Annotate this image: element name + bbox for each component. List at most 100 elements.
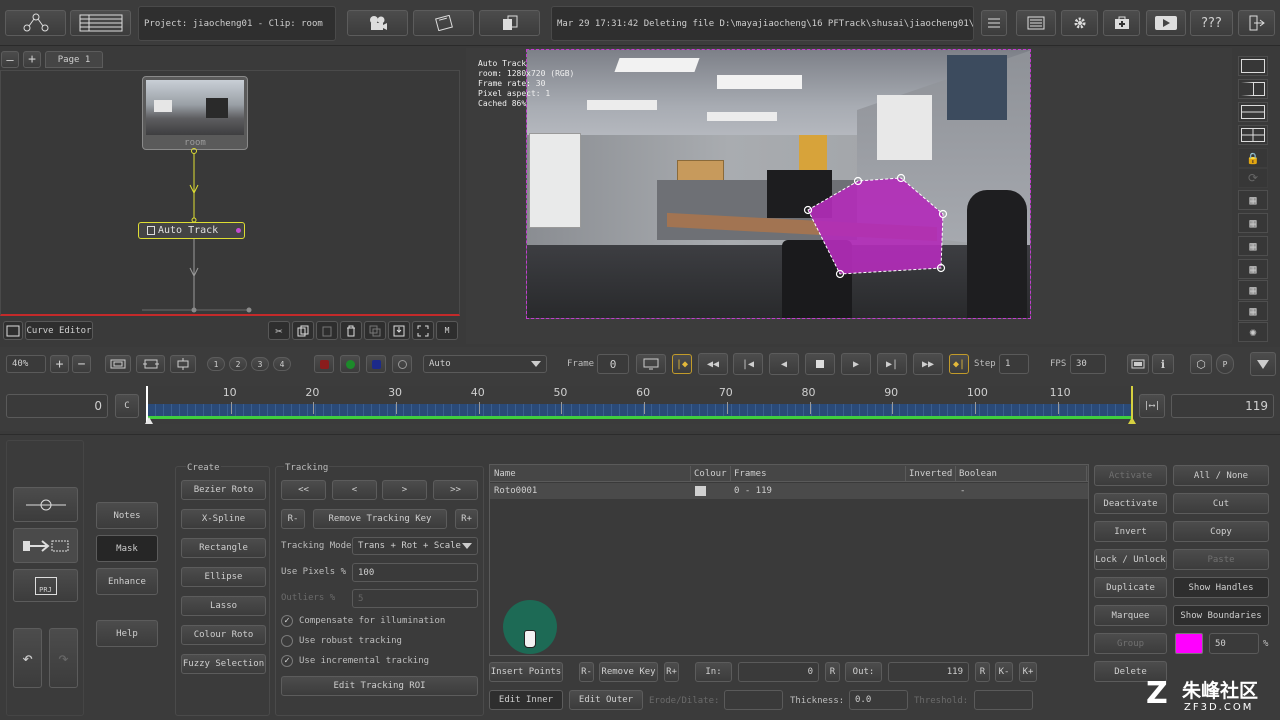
roto-shape[interactable] [527, 50, 1031, 319]
group-button[interactable]: Group [1094, 633, 1167, 654]
frame-field[interactable]: 0 [597, 354, 629, 374]
stop-icon[interactable] [805, 353, 835, 375]
help-tool-button[interactable]: Help [96, 620, 158, 647]
curve-editor-icon[interactable] [3, 321, 23, 340]
gear-icon[interactable] [1061, 10, 1098, 36]
monitor-icon[interactable] [636, 354, 666, 374]
node-tracker[interactable]: Auto Track [138, 222, 245, 239]
key-r-plus-button[interactable]: R+ [664, 662, 679, 682]
add-page-button[interactable]: + [23, 51, 41, 68]
k-plus-button[interactable]: K+ [1019, 662, 1037, 682]
grid-view-icon[interactable]: ▦ [1238, 190, 1268, 210]
grid-layout-3-icon[interactable]: ▦ [1238, 259, 1268, 279]
zoom-field[interactable]: 40% [6, 355, 46, 373]
step-forward-icon[interactable]: ▶| [877, 353, 907, 375]
help-button[interactable]: ??? [1190, 10, 1233, 36]
menu-list-icon[interactable] [1016, 10, 1056, 36]
export-clip-icon[interactable] [13, 528, 78, 563]
view-1-button[interactable]: 1 [207, 357, 225, 371]
timeline-fit-icon[interactable]: |⟷| [1139, 394, 1165, 418]
paste-button[interactable]: Paste [1173, 549, 1269, 570]
ellipse-button[interactable]: Ellipse [181, 567, 266, 587]
timeline-c-button[interactable]: C [115, 394, 139, 418]
fit-view-icon[interactable] [412, 321, 434, 340]
bezier-roto-button[interactable]: Bezier Roto [181, 480, 266, 500]
thickness-field[interactable]: 0.0 [849, 690, 908, 710]
copy-button[interactable]: Copy [1173, 521, 1269, 542]
edit-outer-button[interactable]: Edit Outer [569, 690, 643, 710]
opacity-field[interactable]: 50 [1209, 633, 1259, 654]
outliers-field[interactable]: 5 [352, 589, 478, 608]
zoom-out-button[interactable]: − [72, 355, 91, 373]
step-back-icon[interactable]: |◀ [733, 353, 763, 375]
in-button[interactable]: In: [695, 662, 732, 682]
view-4-button[interactable]: 4 [273, 357, 291, 371]
in-r-button[interactable]: R [825, 662, 840, 682]
rewind-icon[interactable]: ◀◀ [698, 353, 728, 375]
fuzzy-selection-button[interactable]: Fuzzy Selection [181, 654, 266, 674]
sun-icon[interactable]: ✺ [1238, 322, 1268, 342]
erode-dilate-field[interactable] [724, 690, 783, 710]
fit-width-icon[interactable] [136, 355, 165, 373]
remove-tracking-key-button[interactable]: Remove Tracking Key [313, 509, 447, 529]
grid-layout-4-icon[interactable]: ▦ [1238, 280, 1268, 300]
green-channel-button[interactable] [340, 355, 360, 373]
add-node-icon[interactable] [1103, 10, 1140, 36]
play-backward-icon[interactable]: ◀ [769, 353, 799, 375]
timeline-in-handle[interactable] [145, 417, 153, 424]
rectangle-button[interactable]: Rectangle [181, 538, 266, 558]
layout-quad-icon[interactable] [1238, 125, 1268, 145]
all-none-button[interactable]: All / None [1173, 465, 1269, 486]
mask-button[interactable]: Mask [96, 535, 158, 562]
lock-unlock-button[interactable]: Lock / Unlock [1094, 549, 1167, 570]
tracking-r-plus-button[interactable]: R+ [455, 509, 478, 529]
exit-icon[interactable] [1238, 10, 1275, 36]
robust-tracking-checkbox[interactable] [281, 635, 293, 647]
enhance-button[interactable]: Enhance [96, 568, 158, 595]
notes-button[interactable]: Notes [96, 502, 158, 529]
expand-down-icon[interactable] [1250, 352, 1276, 376]
grid-layout-2-icon[interactable]: ▦ [1238, 236, 1268, 256]
track-forward-button[interactable]: > [382, 480, 427, 500]
compensate-illumination-checkbox[interactable]: ✓ [281, 615, 293, 627]
deactivate-button[interactable]: Deactivate [1094, 493, 1167, 514]
blue-channel-button[interactable] [366, 355, 386, 373]
colour-roto-button[interactable]: Colour Roto [181, 625, 266, 645]
column-frames[interactable]: Frames [731, 466, 906, 482]
node-tree-icon[interactable] [5, 10, 66, 36]
keyframe-back-icon[interactable]: |◆ [672, 354, 692, 374]
track-backward-button[interactable]: < [332, 480, 377, 500]
film-frame-icon[interactable] [413, 10, 474, 36]
track-backward-all-button[interactable]: << [281, 480, 326, 500]
log-list-icon[interactable] [981, 10, 1007, 36]
play-forward-icon[interactable]: ▶ [841, 353, 871, 375]
layout-stack-icon[interactable] [1238, 102, 1268, 122]
cube-icon[interactable]: ⬡ [1190, 354, 1212, 374]
view-2-button[interactable]: 2 [229, 357, 247, 371]
x-spline-button[interactable]: X-Spline [181, 509, 266, 529]
page-tab[interactable]: Page 1 [45, 51, 103, 68]
duplicate-button[interactable]: Duplicate [1094, 577, 1167, 598]
k-minus-button[interactable]: K- [995, 662, 1013, 682]
refresh-icon[interactable]: ⟳ [1238, 168, 1268, 188]
lock-icon[interactable]: 🔒 [1238, 148, 1268, 168]
layout-single-icon[interactable] [1238, 56, 1268, 76]
insert-points-button[interactable]: Insert Points [489, 662, 563, 682]
column-colour[interactable]: Colour [691, 466, 731, 482]
colour-swatch[interactable] [1175, 633, 1203, 654]
viewer-settings-icon[interactable] [1127, 354, 1149, 374]
activate-button[interactable]: Activate [1094, 465, 1167, 486]
key-r-minus-button[interactable]: R- [579, 662, 594, 682]
red-channel-button[interactable] [314, 355, 334, 373]
fit-height-icon[interactable] [170, 355, 196, 373]
node-link-icon[interactable] [13, 487, 78, 522]
show-boundaries-button[interactable]: Show Boundaries [1173, 605, 1269, 626]
duplicate-node-icon[interactable] [364, 321, 386, 340]
timeline-end-field[interactable]: 119 [1171, 394, 1274, 418]
remove-page-button[interactable]: — [1, 51, 19, 68]
out-button[interactable]: Out: [845, 662, 882, 682]
alpha-channel-button[interactable] [392, 355, 412, 373]
cut-button[interactable]: Cut [1173, 493, 1269, 514]
copy-node-icon[interactable] [292, 321, 314, 340]
timeline-out-handle[interactable] [1128, 417, 1136, 424]
